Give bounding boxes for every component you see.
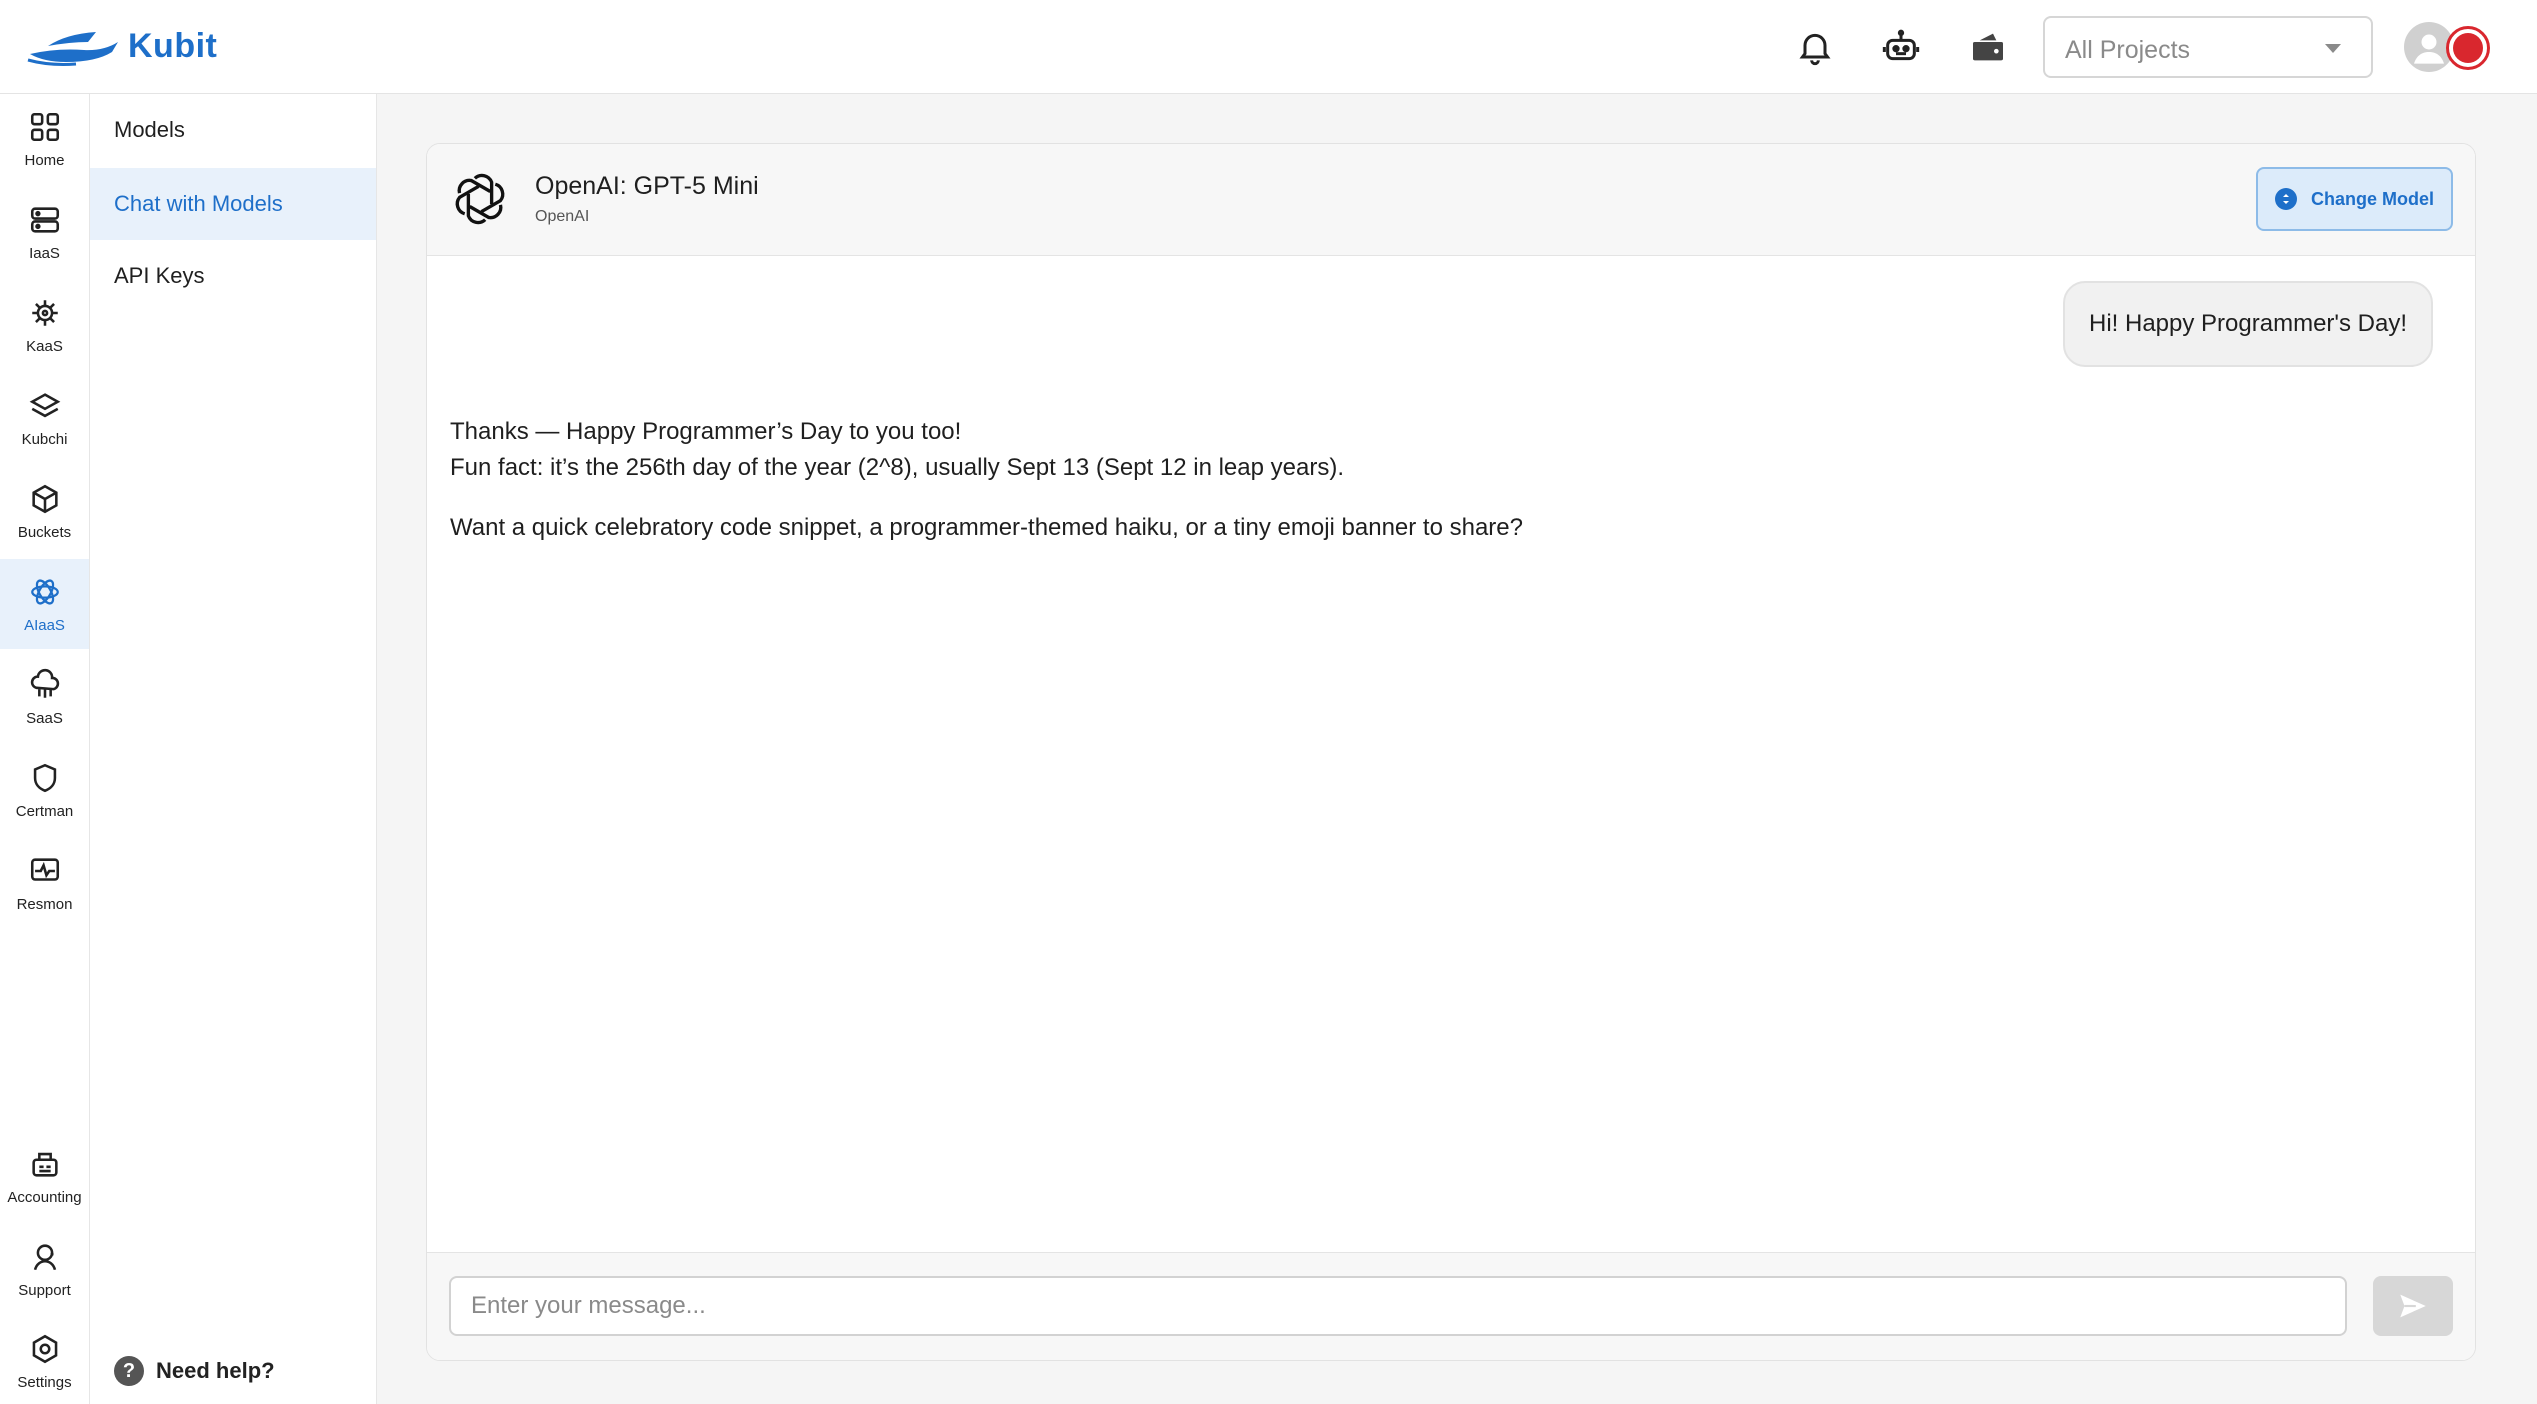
need-help-link[interactable]: ? Need help?	[114, 1356, 275, 1386]
support-icon	[33, 1243, 56, 1270]
rail-item-kaas[interactable]: KaaS	[0, 280, 89, 370]
rail-label: Kubchi	[21, 430, 68, 448]
model-name: OpenAI: GPT-5 Mini	[535, 172, 759, 200]
rail-item-accounting[interactable]: Accounting	[0, 1131, 89, 1221]
layers-icon	[29, 392, 60, 417]
send-button[interactable]	[2373, 1276, 2453, 1336]
rail-label: Support	[18, 1281, 71, 1299]
icon-rail: Home IaaS KaaS Kubchi Buckets AIaaS SaaS…	[0, 94, 90, 1404]
ai-brain-icon	[30, 578, 59, 605]
project-select[interactable]: All Projects	[2043, 16, 2373, 78]
chat-panel: OpenAI: GPT-5 Mini OpenAI Change Model H…	[426, 143, 2476, 1361]
send-icon	[2400, 1294, 2426, 1318]
chat-header: OpenAI: GPT-5 Mini OpenAI Change Model	[427, 144, 2475, 256]
monitor-icon	[30, 857, 59, 881]
need-help-label: Need help?	[156, 1358, 275, 1383]
swap-icon	[2274, 188, 2297, 210]
cloud-icon	[30, 668, 59, 698]
server-icon	[30, 206, 59, 233]
rail-label: Settings	[17, 1373, 72, 1391]
model-provider: OpenAI	[535, 208, 590, 225]
robot-icon[interactable]	[1880, 26, 1922, 68]
shield-icon	[33, 763, 56, 792]
brand-name: Kubit	[128, 26, 218, 65]
rail-item-aiaas[interactable]: AIaaS	[0, 559, 89, 649]
rail-item-resmon[interactable]: Resmon	[0, 838, 89, 928]
change-model-label: Change Model	[2310, 188, 2434, 209]
kubit-logo[interactable]: Kubit	[26, 22, 217, 70]
accounting-icon	[31, 1152, 58, 1177]
user-message: Hi! Happy Programmer's Day!	[2063, 281, 2433, 367]
change-model-button[interactable]: Change Model	[2256, 167, 2453, 231]
rail-item-iaas[interactable]: IaaS	[0, 187, 89, 277]
rail-item-support[interactable]: Support	[0, 1224, 89, 1314]
bell-icon[interactable]	[1794, 26, 1836, 68]
box-icon	[31, 484, 58, 513]
wallet-icon[interactable]	[1967, 26, 2009, 68]
rail-label: Buckets	[17, 523, 72, 541]
rail-label: KaaS	[26, 337, 63, 355]
person-icon	[2414, 34, 2444, 64]
rail-item-settings[interactable]: Settings	[0, 1316, 89, 1404]
subnav-item-models[interactable]: Models	[90, 94, 376, 166]
rail-label: Home	[24, 151, 65, 169]
secondary-nav: Models Chat with Models API Keys ? Need …	[90, 94, 377, 1404]
chevron-down-icon	[2325, 44, 2341, 53]
rail-label: Accounting	[7, 1188, 82, 1206]
home-grid-icon	[30, 112, 59, 141]
subnav-item-chat-with-models[interactable]: Chat with Models	[90, 168, 376, 240]
helm-wheel-icon	[31, 299, 58, 326]
rail-item-buckets[interactable]: Buckets	[0, 466, 89, 556]
rail-label: SaaS	[26, 709, 63, 727]
rail-item-kubchi[interactable]: Kubchi	[0, 373, 89, 463]
rail-item-home[interactable]: Home	[0, 94, 89, 184]
assistant-line: Want a quick celebratory code snippet, a…	[450, 514, 1523, 541]
assistant-line: Thanks — Happy Programmer’s Day to you t…	[450, 418, 962, 445]
question-icon: ?	[114, 1356, 144, 1386]
rail-label: Certman	[15, 802, 74, 820]
rail-item-certman[interactable]: Certman	[0, 745, 89, 835]
message-composer	[427, 1252, 2475, 1360]
project-select-value: All Projects	[2065, 36, 2191, 64]
rail-label: IaaS	[29, 244, 60, 262]
rail-item-saas[interactable]: SaaS	[0, 652, 89, 742]
rail-label: AIaaS	[24, 616, 65, 634]
boat-logo-icon	[27, 32, 118, 66]
top-bar: Kubit All Projects	[0, 0, 2537, 94]
message-input[interactable]	[449, 1276, 2347, 1336]
rail-label: Resmon	[16, 895, 73, 913]
openai-logo-icon	[455, 173, 505, 225]
assistant-message: Thanks — Happy Programmer’s Day to you t…	[450, 414, 2350, 546]
gear-icon	[32, 1334, 57, 1363]
assistant-line: Fun fact: it’s the 256th day of the year…	[450, 454, 1344, 481]
subnav-item-api-keys[interactable]: API Keys	[90, 240, 376, 312]
org-badge-icon[interactable]	[2446, 26, 2490, 70]
